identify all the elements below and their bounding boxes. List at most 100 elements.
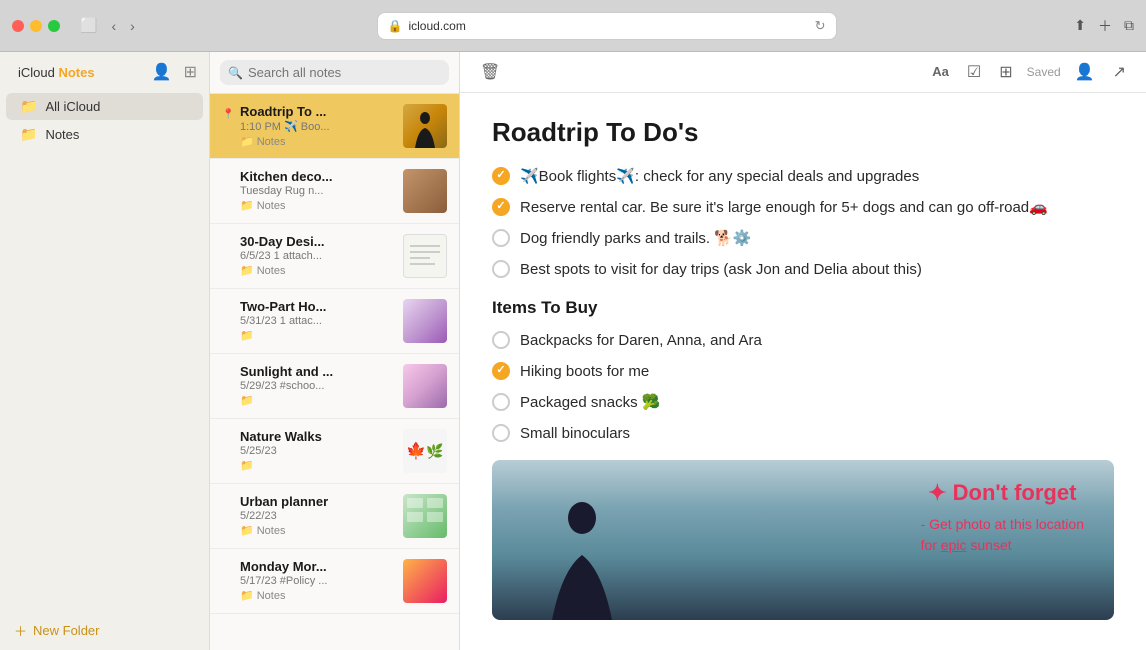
checkbox-5[interactable] [492,331,510,349]
note-image-text: ✦ Don't forget - Get photo at this locat… [921,480,1084,556]
checkbox-3[interactable] [492,229,510,247]
checklist-item-6: Hiking boots for me [492,361,1114,382]
checklist-item-1-text: ✈️Book flights✈️: check for any special … [520,166,919,187]
checklist-item-2: Reserve rental car. Be sure it's large e… [492,197,1114,218]
note-item-1[interactable]: 📍 Roadtrip To ... 1:10 PM ✈️ Boo... 📁 No… [210,94,459,159]
trash-button[interactable]: 🗑 [476,60,504,84]
note-item-8[interactable]: Monday Mor... 5/17/23 #Policy ... 📁 Note… [210,549,459,614]
export-button[interactable]: ↗ [1109,60,1130,84]
epic-text: epic [941,537,967,553]
note-1-title: Roadtrip To ... [240,104,395,119]
note-7-time: 5/22/23 [240,510,277,522]
table-button[interactable]: ⊞ [995,60,1016,84]
sidebar-item-notes-label: Notes [45,127,79,142]
notes-folder-icon: 📁 [20,126,37,143]
new-tab-icon[interactable]: ＋ [1098,16,1112,36]
share-icon[interactable]: ⬆ [1074,17,1086,34]
note-7-title: Urban planner [240,494,395,509]
text-format-button[interactable]: Aa [928,61,953,83]
note-8-meta: 5/17/23 #Policy ... [240,575,395,587]
maximize-button[interactable] [48,20,60,32]
note-6-folder: 📁 [240,459,395,472]
note-7-folder: 📁 Notes [240,524,395,537]
note-8-thumbnail [403,559,447,603]
checklist-item-3-text: Dog friendly parks and trails. 🐕⚙️ [520,228,752,249]
note-4-time: 5/31/23 [240,315,277,327]
new-folder-button[interactable]: ＋ New Folder [14,621,99,640]
minimize-button[interactable] [30,20,42,32]
sidebar-item-notes[interactable]: 📁 Notes [6,121,203,148]
note-item-5[interactable]: Sunlight and ... 5/29/23 #schoo... 📁 [210,354,459,419]
note-4-thumbnail [403,299,447,343]
note-6-title: Nature Walks [240,429,395,444]
note-3-time: 6/5/23 [240,250,271,262]
note-2-meta: Tuesday Rug n... [240,185,395,197]
checklist-item-7: Packaged snacks 🥦 [492,392,1114,413]
close-button[interactable] [12,20,24,32]
note-3-meta: 6/5/23 1 attach... [240,250,395,262]
url-text: icloud.com [408,19,465,33]
notes-list: 🔍 📍 Roadtrip To ... 1:10 PM ✈️ Boo... 📁 [210,52,460,650]
search-input[interactable] [248,65,441,80]
sidebar-item-all-icloud-label: All iCloud [45,99,100,114]
sketch-lines [405,236,445,276]
note-5-time: 5/29/23 [240,380,277,392]
note-item-3[interactable]: 30-Day Desi... 6/5/23 1 attach... 📁 Note… [210,224,459,289]
note-item-6[interactable]: Nature Walks 5/25/23 📁 🍁🌿 [210,419,459,484]
note-4-subtitle: 1 attac... [280,315,322,327]
note-8-folder: 📁 Notes [240,589,395,602]
checklist-item-4-text: Best spots to visit for day trips (ask J… [520,259,922,280]
checkbox-4[interactable] [492,260,510,278]
checklist-button[interactable]: ☑ [963,60,985,84]
checklist-item-5-text: Backpacks for Daren, Anna, and Ara [520,330,762,351]
note-item-2[interactable]: Kitchen deco... Tuesday Rug n... 📁 Notes [210,159,459,224]
browser-chrome: ⬜ ‹ › 🔒 icloud.com ↻ ⬆ ＋ ⧉ [0,0,1146,52]
note-4-title: Two-Part Ho... [240,299,395,314]
address-bar[interactable]: 🔒 icloud.com ↻ [377,12,837,40]
search-wrap: 🔍 [220,60,449,85]
toolbar-left: 🗑 [476,60,504,84]
share-button[interactable]: 👤 [1071,60,1099,84]
note-item-4[interactable]: Two-Part Ho... 5/31/23 1 attac... 📁 [210,289,459,354]
plus-icon: ＋ [14,621,27,640]
traffic-lights [12,20,60,32]
new-folder-label: New Folder [33,623,99,638]
refresh-icon[interactable]: ↻ [815,18,826,34]
search-icon: 🔍 [228,66,243,80]
account-icon[interactable]: 👤 [152,62,172,82]
folder-icon-3: 📁 [240,264,254,277]
person-share-icon: 👤 [1075,64,1095,81]
folder-icon-2: 📁 [240,199,254,212]
note-8-folder-label: Notes [257,590,286,602]
main-toolbar: 🗑 Aa ☑ ⊞ Saved 👤 ↗ [460,52,1146,93]
note-item-7[interactable]: Urban planner 5/22/23 📁 Notes [210,484,459,549]
get-photo-text: - Get photo at this locationfor epic sun… [921,514,1084,556]
checkbox-2[interactable] [492,198,510,216]
checklist-item-5: Backpacks for Daren, Anna, and Ara [492,330,1114,351]
checklist-item-8: Small binoculars [492,423,1114,444]
note-7-folder-label: Notes [257,525,286,537]
checkbox-8[interactable] [492,424,510,442]
grid-icon[interactable]: ⊞ [184,62,197,82]
sidebar-item-all-icloud[interactable]: 📁 All iCloud [6,93,203,120]
checklist-item-2-text: Reserve rental car. Be sure it's large e… [520,197,1048,218]
sidebar-toggle[interactable]: ⬜ [76,15,101,36]
sidebar-nav: 📁 All iCloud 📁 Notes [0,88,209,153]
tab-overview-icon[interactable]: ⧉ [1124,17,1134,34]
table-icon: ⊞ [999,64,1012,81]
checkbox-1[interactable] [492,167,510,185]
checkbox-7[interactable] [492,393,510,411]
back-button[interactable]: ‹ [107,15,120,36]
forward-button[interactable]: › [126,15,139,36]
toolbar-right: Aa ☑ ⊞ Saved 👤 ↗ [928,60,1130,84]
browser-actions: ⬆ ＋ ⧉ [1074,16,1134,36]
sidebar-header: iCloud Notes 👤 ⊞ [0,52,209,88]
folder-icon-5: 📁 [240,394,254,407]
checklist-item-7-text: Packaged snacks 🥦 [520,392,660,413]
notes-items-list: 📍 Roadtrip To ... 1:10 PM ✈️ Boo... 📁 No… [210,94,459,650]
note-5-thumbnail [403,364,447,408]
note-5-info: Sunlight and ... 5/29/23 #schoo... 📁 [240,364,395,407]
note-3-thumbnail [403,234,447,278]
checkbox-6[interactable] [492,362,510,380]
note-3-title: 30-Day Desi... [240,234,395,249]
